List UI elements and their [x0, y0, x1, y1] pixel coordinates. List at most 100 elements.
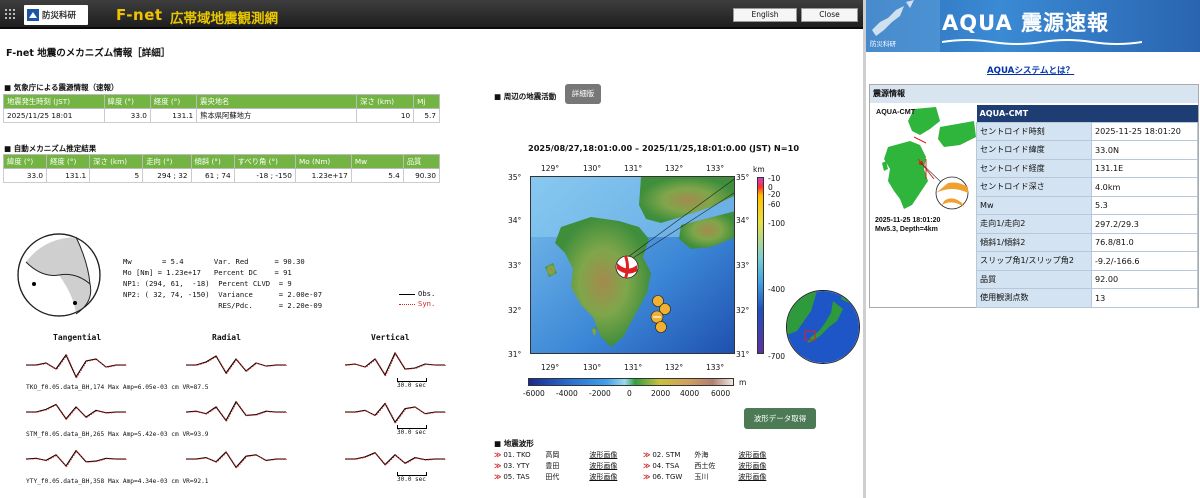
thumb-title: AQUA-CMT	[876, 107, 916, 116]
nearby-section-title: ■ 周辺の地震活動	[494, 92, 557, 101]
lon-tick-bottom-130: 130°	[583, 363, 602, 372]
epicenter-mechanism[interactable]	[615, 255, 639, 279]
seismicity-map[interactable]	[530, 176, 735, 354]
aqua-header-logo-text: 防災科研	[870, 40, 896, 48]
jma-table: 地震発生時刻 (JST) 緯度 (°) 経度 (°) 震央地名 深さ (km) …	[3, 94, 440, 123]
waveform-trace	[26, 403, 127, 420]
aqua-page: 防災科研 AQUA 震源速報 AQUAシステムとは？ 震源情報 AQUA-CMT	[863, 0, 1200, 498]
wf-image-link[interactable]: 波形画像	[738, 450, 766, 460]
wf-image-link[interactable]: 波形画像	[589, 472, 617, 482]
auto-header-quality: 品質	[402, 154, 441, 169]
wf-item-06: ≫ 06. TGW 玉川 波形画像	[643, 472, 766, 482]
lon-tick-bottom-133: 133°	[706, 363, 725, 372]
auto-table: 緯度 (°) 経度 (°) 深さ (km) 走向 (°) 傾斜 (°) すべり角…	[2, 154, 441, 183]
lat-tick-right-34: 34°	[736, 216, 750, 225]
english-button[interactable]: English	[733, 8, 797, 22]
detail-version-button[interactable]: 詳細版	[565, 84, 601, 104]
station-label-stm: STM_f0.05.data_BH,265 Max Amp=5.42e-03 c…	[26, 431, 209, 438]
auto-header-rake: すべり角 (°)	[233, 154, 296, 169]
lat-tick-right-35: 35°	[736, 173, 750, 182]
auto-header-strike: 走向 (°)	[142, 154, 192, 169]
cmt-key-centroid-depth: セントロイド深さ	[976, 177, 1092, 197]
lon-tick-top-129: 129°	[541, 164, 560, 173]
scale-bar-label: 30.0 sec	[397, 382, 426, 389]
waveform-trace	[344, 351, 446, 377]
jma-lat: 33.0	[103, 108, 151, 123]
auto-depth: 5	[89, 168, 144, 183]
wf-arrow-icon: ≫	[643, 473, 651, 481]
component-radial: Radial	[212, 333, 241, 342]
wf-item-id: 02. STM	[652, 451, 681, 459]
wf-item-name: 西土佐	[694, 462, 716, 470]
obs-trace	[26, 353, 126, 379]
wf-image-link[interactable]: 波形画像	[589, 461, 617, 471]
wf-arrow-icon: ≫	[494, 451, 502, 459]
component-tangential: Tangential	[53, 333, 102, 342]
wf-item-02: ≫ 02. STM 外海 波形画像	[643, 450, 766, 460]
lon-tick-bottom-131: 131°	[624, 363, 643, 372]
component-vertical: Vertical	[371, 333, 410, 342]
cmt-val-dip: 76.8/81.0	[1090, 232, 1199, 252]
elevation-colorbar	[528, 378, 734, 386]
nied-logo[interactable]: 防災科研	[24, 5, 88, 25]
jma-time: 2025/11/25 18:01	[3, 108, 105, 123]
lon-tick-bottom-129: 129°	[541, 363, 560, 372]
jma-section-title: ■ 気象庁による震源情報（速報）	[4, 83, 119, 92]
auto-header-dip: 傾斜 (°)	[190, 154, 235, 169]
aqua-cmt-thumbnail[interactable]: AQUA-CMT	[874, 107, 976, 235]
station-label-tko: TKO_f0.05.data_BH,174 Max Amp=6.05e-03 c…	[26, 384, 209, 391]
auto-mw: 5.4	[350, 168, 404, 183]
wf-item-04: ≫ 04. TSA 西土佐 波形画像	[643, 461, 766, 471]
jma-header-region: 震央地名	[196, 94, 358, 109]
elev-tick-4000: 4000	[680, 389, 700, 398]
legend-syn-label: Syn.	[418, 299, 436, 308]
lat-tick-left-33: 33°	[508, 261, 522, 270]
lat-tick-right-32: 32°	[736, 306, 750, 315]
map-period-title: 2025/08/27,18:01:0.00 – 2025/11/25,18:01…	[528, 143, 800, 153]
depth-tick-700: -700	[768, 352, 786, 361]
jma-header-lon: 経度 (°)	[149, 94, 198, 109]
lon-tick-top-132: 132°	[665, 164, 684, 173]
thumb-caption-time: 2025-11-25 18:01:20	[875, 217, 941, 224]
elev-tick-2000: 2000	[651, 389, 671, 398]
time-scale-bar: 30.0 sec	[397, 378, 427, 389]
wf-image-link[interactable]: 波形画像	[738, 472, 766, 482]
nied-logo-icon	[27, 9, 39, 21]
waveform-trace	[345, 402, 446, 424]
wf-item-name: 外海	[694, 451, 709, 459]
lon-tick-top-131: 131°	[624, 164, 643, 173]
time-scale-bar: 30.0 sec	[397, 472, 427, 483]
depth-tick-400: -400	[768, 285, 786, 294]
cmt-val-stations: 13	[1090, 288, 1199, 308]
close-button[interactable]: Close	[801, 8, 858, 22]
waveform-data-button[interactable]: 波形データ取得	[744, 408, 816, 429]
aqua-system-link[interactable]: AQUAシステムとは？	[987, 64, 1074, 76]
wf-item-id: 04. TSA	[652, 462, 680, 470]
legend-obs-label: Obs.	[418, 289, 436, 298]
cmt-val-mw: 5.3	[1090, 195, 1199, 215]
wf-image-link[interactable]: 波形画像	[589, 450, 617, 460]
depth-unit: km	[753, 165, 765, 174]
wf-item-id: 06. TGW	[652, 473, 683, 481]
wf-arrow-icon: ≫	[643, 462, 651, 470]
station-label-yty: YTY_f0.05.data_BH,358 Max Amp=4.34e-03 c…	[26, 478, 209, 485]
jma-header-depth: 深さ (km)	[356, 94, 415, 109]
waveform-trace	[186, 355, 287, 375]
wf-image-link[interactable]: 波形画像	[738, 461, 766, 471]
syn-trace	[26, 450, 127, 468]
cmt-key-stations: 使用観測点数	[976, 288, 1092, 308]
table-row: 傾斜1/傾斜2 76.8/81.0	[976, 232, 1199, 252]
cmt-key-centroid-lon: セントロイド経度	[976, 158, 1092, 178]
auto-dip: 61 ; 74	[190, 168, 235, 183]
cmt-val-quality: 92.00	[1090, 269, 1199, 289]
menu-grip-icon[interactable]	[5, 9, 15, 19]
legend-obs: Obs.	[399, 289, 435, 298]
waveform-trace	[25, 449, 127, 468]
jma-header-lat: 緯度 (°)	[103, 94, 151, 109]
auto-lat: 33.0	[2, 168, 48, 183]
inset-globe-image	[787, 291, 859, 363]
aqua-title: AQUA 震源速報	[942, 11, 1110, 35]
obs-trace	[186, 451, 286, 469]
auto-header-mw: Mw	[350, 154, 404, 169]
network-name: 広帯域地震観測網	[170, 11, 278, 27]
